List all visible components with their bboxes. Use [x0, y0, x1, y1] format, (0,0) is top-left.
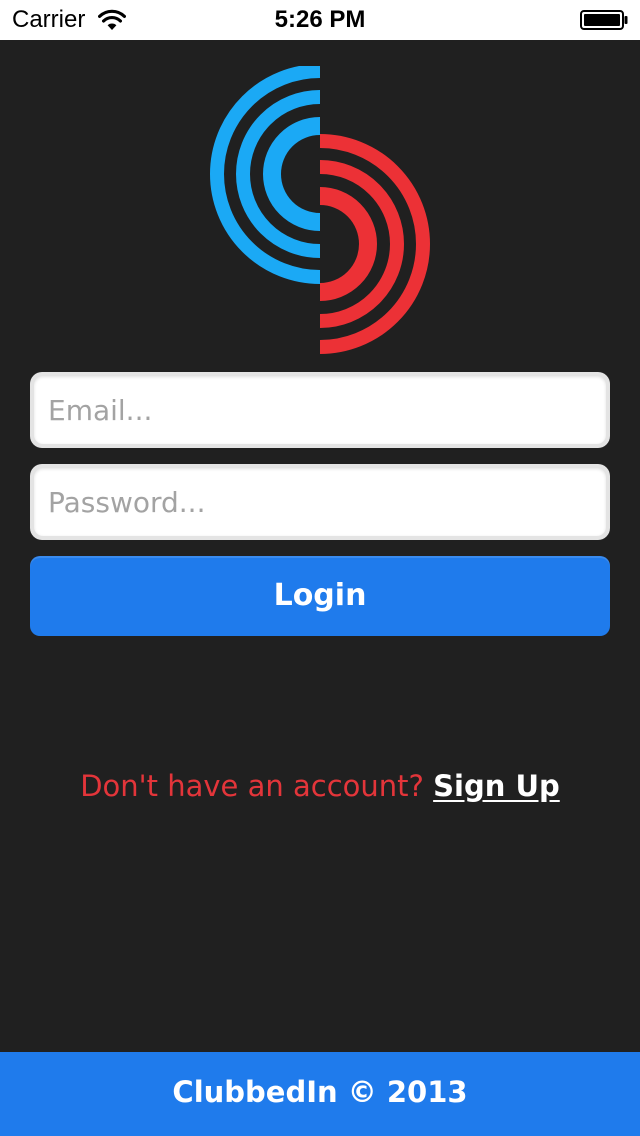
email-field[interactable]	[34, 376, 606, 444]
signup-prompt: Don't have an account?	[80, 769, 424, 803]
email-field-container	[30, 372, 610, 448]
status-bar: Carrier 5:26 PM	[0, 0, 640, 40]
sign-up-link[interactable]: Sign Up	[433, 769, 560, 803]
footer-text: ClubbedIn © 2013	[172, 1075, 468, 1109]
clubbedin-logo	[210, 66, 430, 354]
login-button[interactable]: Login	[30, 556, 610, 636]
footer: ClubbedIn © 2013	[0, 1052, 640, 1136]
password-field-container	[30, 464, 610, 540]
battery-full-icon	[580, 10, 628, 30]
signup-line: Don't have an account? Sign Up	[0, 766, 640, 806]
password-field[interactable]	[34, 468, 606, 536]
status-time: 5:26 PM	[274, 6, 366, 33]
